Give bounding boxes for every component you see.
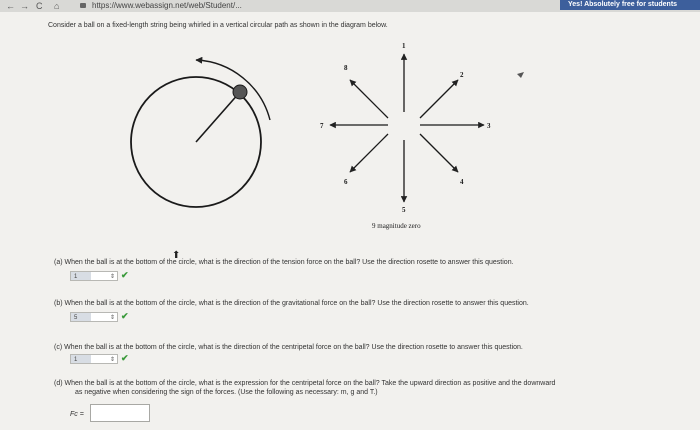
lock-icon	[80, 3, 86, 8]
question-d-continued: as negative when considering the sign of…	[75, 389, 378, 396]
rosette-zero-label: 9 magnitude zero	[372, 222, 421, 230]
fc-label: Fc =	[70, 411, 84, 418]
question-d: (d) When the ball is at the bottom of th…	[54, 380, 556, 387]
question-c: (c) When the ball is at the bottom of th…	[54, 344, 523, 351]
answer-a-select[interactable]: 1 ⇕	[70, 271, 118, 281]
rosette-arrow-2	[419, 79, 459, 119]
checkmark-icon: ✔	[121, 353, 129, 363]
answer-b-select[interactable]: 5 ⇕	[70, 312, 118, 322]
string-line	[195, 91, 241, 143]
fc-expression-input[interactable]	[90, 404, 150, 422]
rosette-arrow-6	[349, 133, 389, 173]
mouse-cursor-icon: ⬆	[172, 250, 181, 261]
answer-c-select[interactable]: 1 ⇕	[70, 354, 118, 364]
rosette-arrow-8	[349, 79, 389, 119]
rosette-arrow-4	[419, 133, 459, 173]
back-arrow-icon[interactable]: ←	[6, 0, 15, 12]
rosette-label-3: 3	[487, 122, 491, 130]
home-icon[interactable]: ⌂	[54, 0, 59, 12]
rosette-label-4: 4	[460, 178, 464, 186]
address-bar[interactable]: https://www.webassign.net/web/Student/..…	[92, 0, 242, 12]
rosette-label-6: 6	[344, 178, 348, 186]
problem-diagram: 1 2 3 4 5 6 7 8 9 magnitude zero	[130, 42, 524, 230]
rosette-label-8: 8	[344, 64, 348, 72]
question-b: (b) When the ball is at the bottom of th…	[54, 300, 529, 307]
promo-banner[interactable]: Yes! Absolutely free for students	[560, 0, 700, 10]
pointer-icon	[517, 72, 524, 78]
rosette-label-2: 2	[460, 71, 464, 79]
rosette-label-5: 5	[402, 206, 406, 214]
chevron-updown-icon: ⇕	[109, 274, 115, 280]
rosette-label-7: 7	[320, 122, 324, 130]
checkmark-icon: ✔	[121, 270, 129, 280]
chevron-updown-icon: ⇕	[109, 315, 115, 321]
forward-arrow-icon[interactable]: →	[20, 0, 29, 12]
checkmark-icon: ✔	[121, 311, 129, 321]
rosette-label-1: 1	[402, 42, 406, 50]
ball	[232, 84, 248, 100]
chevron-updown-icon: ⇕	[109, 357, 115, 363]
reload-icon[interactable]: C	[36, 0, 43, 12]
question-a: (a) When the ball is at the bottom of th…	[54, 259, 514, 266]
